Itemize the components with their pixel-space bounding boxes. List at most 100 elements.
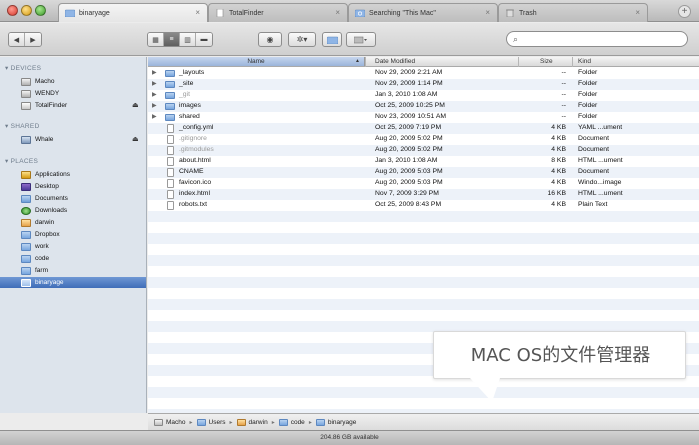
file-date-modified: Oct 25, 2009 10:25 PM (375, 102, 445, 109)
tab-totalfinder[interactable]: TotalFinder × (208, 3, 348, 22)
file-row[interactable]: CNAME Aug 20, 2009 5:03 PM 4 KB Document (148, 167, 699, 178)
file-row[interactable]: ▶ images Oct 25, 2009 10:25 PM -- Folder (148, 101, 699, 112)
file-size: 8 KB (551, 157, 566, 164)
disclosure-triangle-icon[interactable]: ▶ (152, 69, 157, 76)
sort-ascending-icon: ▲ (355, 58, 360, 64)
file-name: .gitignore (179, 135, 207, 142)
sidebar-item-darwin[interactable]: darwin (0, 217, 146, 228)
file-kind: YAML ...ument (578, 124, 623, 131)
column-view-button[interactable]: ▥ (180, 33, 196, 46)
disclosure-triangle-icon[interactable]: ▶ (152, 113, 157, 120)
file-kind: Windo...image (578, 179, 622, 186)
search-field[interactable]: ⌕ (506, 31, 688, 47)
sidebar-item-work[interactable]: work (0, 241, 146, 252)
file-row[interactable]: robots.txt Oct 25, 2009 8:43 PM 4 KB Plain … (148, 200, 699, 211)
file-row[interactable]: ▶ shared Nov 23, 2009 10:51 AM -- Folder (148, 112, 699, 123)
document-icon (216, 9, 224, 17)
column-divider[interactable] (572, 57, 573, 67)
file-row[interactable]: .gitmodules Aug 20, 2009 5:02 PM 4 KB Docum… (148, 145, 699, 156)
file-row[interactable]: ▶ _git Jan 3, 2010 1:08 AM -- Folder (148, 90, 699, 101)
column-header-kind[interactable]: Kind (578, 58, 591, 65)
sidebar-item-farm[interactable]: farm (0, 265, 146, 276)
close-tab-icon[interactable]: × (195, 8, 200, 17)
sidebar-item-applications[interactable]: Applications (0, 169, 146, 180)
tab-binaryage[interactable]: binaryage × (58, 3, 208, 22)
forward-button[interactable]: ▶ (25, 33, 41, 46)
close-tab-icon[interactable]: × (485, 8, 490, 17)
file-kind: Folder (578, 69, 598, 76)
eject-icon[interactable]: ⏏ (132, 101, 139, 109)
tab-label: binaryage (79, 9, 110, 17)
back-button[interactable]: ◀ (9, 33, 25, 46)
column-divider[interactable] (365, 57, 366, 67)
row-stripe (148, 277, 699, 288)
sidebar-item-code[interactable]: code (0, 253, 146, 264)
sidebar-item-label: Documents (35, 195, 68, 202)
zoom-window-button[interactable] (35, 5, 46, 16)
search-icon: ⌕ (513, 34, 519, 44)
breadcrumb-item[interactable]: Macho (154, 418, 186, 426)
coverflow-view-button[interactable]: ▬ (196, 33, 212, 46)
disclosure-triangle-icon[interactable]: ▶ (152, 102, 157, 109)
file-date-modified: Oct 25, 2009 8:43 PM (375, 201, 442, 208)
sidebar-item-whale[interactable]: Whale (0, 134, 146, 145)
breadcrumb-separator-icon: ▸ (229, 419, 233, 426)
drive-icon (21, 101, 31, 110)
new-tab-button[interactable]: + (678, 5, 691, 18)
sidebar-section-places[interactable]: ▾ PLACES (5, 157, 38, 165)
sidebar-section-devices[interactable]: ▾ DEVICES (5, 64, 41, 72)
path-button[interactable] (322, 32, 342, 47)
row-stripe (148, 387, 699, 398)
tab-trash[interactable]: Trash × (498, 3, 648, 22)
tab-bar: binaryage × TotalFinder × Searching "Thi… (0, 0, 699, 22)
file-row[interactable]: .gitignore Aug 20, 2009 5:02 PM 4 KB Docume… (148, 134, 699, 145)
close-tab-icon[interactable]: × (635, 8, 640, 17)
tab-searching-this-mac[interactable]: Searching "This Mac" × (348, 3, 498, 22)
sidebar-item-dropbox[interactable]: Dropbox (0, 229, 146, 240)
file-row[interactable]: about.html Jan 3, 2010 1:08 AM 8 KB HTML ..… (148, 156, 699, 167)
arrange-menu-button[interactable] (346, 32, 376, 47)
file-icon (167, 146, 174, 155)
list-icon: ≡ (169, 36, 174, 43)
sidebar-section-shared[interactable]: ▾ SHARED (5, 122, 40, 130)
breadcrumb-item[interactable]: binaryage (315, 418, 356, 426)
sidebar-item-documents[interactable]: Documents (0, 193, 146, 204)
column-header-name[interactable]: Name ▲ (148, 57, 365, 66)
breadcrumb-label: darwin (248, 418, 268, 426)
minimize-window-button[interactable] (21, 5, 32, 16)
breadcrumb-item[interactable]: Users (196, 418, 226, 426)
quick-look-button[interactable]: ◉ (258, 32, 282, 47)
eject-icon[interactable]: ⏏ (132, 135, 139, 143)
file-row[interactable]: favicon.ico Aug 20, 2009 5:03 PM 4 KB Windo… (148, 178, 699, 189)
annotation-callout: MAC OS的文件管理器 (433, 331, 686, 379)
file-row[interactable]: ▶ _layouts Nov 29, 2009 2:21 AM -- Folder (148, 68, 699, 79)
icon-view-button[interactable]: ▦ (148, 33, 164, 46)
breadcrumb-item[interactable]: darwin (236, 418, 268, 426)
sidebar-item-downloads[interactable]: Downloads (0, 205, 146, 216)
column-label: Name (247, 58, 265, 65)
sidebar-item-macho[interactable]: Macho (0, 76, 146, 87)
list-view-button[interactable]: ≡ (164, 33, 180, 46)
row-stripe (148, 299, 699, 310)
disclosure-triangle-icon[interactable]: ▶ (152, 80, 157, 87)
disclosure-triangle-icon[interactable]: ▶ (152, 91, 157, 98)
folder-icon (326, 36, 338, 44)
file-row[interactable]: _config.yml Oct 25, 2009 7:19 PM 4 KB YAML … (148, 123, 699, 134)
sidebar-item-binaryage[interactable]: binaryage (0, 277, 146, 288)
sidebar-item-desktop[interactable]: Desktop (0, 181, 146, 192)
file-kind: Folder (578, 91, 598, 98)
file-row[interactable]: index.html Nov 7, 2009 3:29 PM 16 KB HTML .… (148, 189, 699, 200)
file-row[interactable]: ▶ _site Nov 29, 2009 1:14 PM -- Folder (148, 79, 699, 90)
action-menu-button[interactable]: ✲▾ (288, 32, 316, 47)
sidebar-item-totalfinder[interactable]: TotalFinder (0, 100, 146, 111)
column-header-size[interactable]: Size (540, 58, 553, 65)
breadcrumb-item[interactable]: code (278, 418, 305, 426)
sidebar-item-wendy[interactable]: WENDY (0, 88, 146, 99)
file-kind: Plain Text (578, 201, 608, 208)
close-tab-icon[interactable]: × (335, 8, 340, 17)
column-divider[interactable] (518, 57, 519, 67)
column-label: Size (540, 58, 553, 65)
file-name: CNAME (179, 168, 204, 175)
close-window-button[interactable] (7, 5, 18, 16)
column-header-date[interactable]: Date Modified (375, 58, 415, 65)
